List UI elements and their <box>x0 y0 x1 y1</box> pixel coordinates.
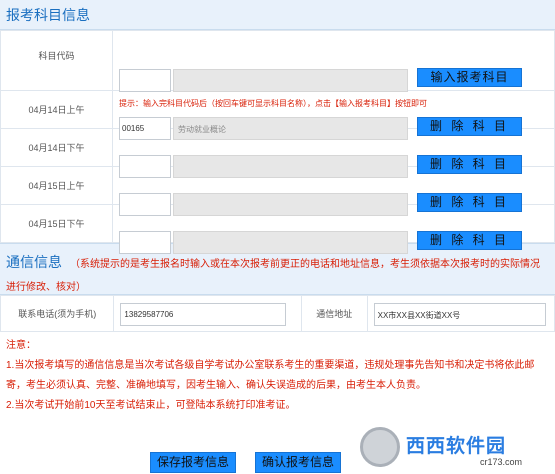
site-watermark: 西西软件园 cr173.com <box>360 425 555 474</box>
session-label: 04月15日上午 <box>0 166 113 205</box>
save-button[interactable]: 保存报考信息 <box>150 452 236 473</box>
subject-name-field: 劳动就业概论 <box>173 116 408 140</box>
session-label: 04月14日上午 <box>0 90 113 129</box>
phone-label: 联系电话(须为手机) <box>0 295 115 332</box>
confirm-button[interactable]: 确认报考信息 <box>255 452 341 473</box>
comm-section-title: 通信信息 <box>6 254 62 270</box>
subject-name-display <box>173 68 408 92</box>
enter-subject-button[interactable]: 输入报考科目 <box>417 67 522 87</box>
subject-name-field <box>173 192 408 216</box>
watermark-text: 西西软件园 <box>406 436 507 457</box>
subject-row: 04月14日上午 00165 劳动就业概论 删 除 科 目 <box>0 90 555 140</box>
notice-item-1: 1.当次报考填写的通信信息是当次考试各级自学考试办公室联系考生的重要渠道，违规处… <box>6 360 535 391</box>
address-input[interactable]: XX市XX县XX街道XX号 <box>373 303 546 326</box>
notice-title: 注意： <box>6 340 36 351</box>
notice-block: 注意： 1.当次报考填写的通信信息是当次考试各级自学考试办公室联系考生的重要渠道… <box>0 332 555 416</box>
delete-subject-button[interactable]: 删 除 科 目 <box>417 154 522 174</box>
subjects-table: 科目代码 输入报考科目 提示：输入完科目代码后（按回车键可显示科目名称），点击【… <box>0 30 555 254</box>
watermark-logo-icon <box>360 427 400 467</box>
subject-code-hint: 提示：输入完科目代码后（按回车键可显示科目名称），点击【输入报考科目】按钮即可 <box>119 98 427 108</box>
address-label: 通信地址 <box>300 295 368 332</box>
notice-item-2: 2.当次考试开始前10天至考试结束止，可登陆本系统打印准考证。 <box>6 400 296 411</box>
watermark-url: cr173.com <box>480 457 523 467</box>
subject-section-title: 报考科目信息 <box>0 0 555 30</box>
subject-code-label: 科目代码 <box>0 30 113 91</box>
subject-code-field[interactable]: 00165 <box>119 116 171 140</box>
comm-section-note: （系统提示的是考生报名时输入或在本次报考前更正的电话和地址信息，考生须依据本次报… <box>6 259 540 293</box>
contact-row: 联系电话(须为手机) 13829587706 通信地址 XX市XX县XX街道XX… <box>0 295 555 332</box>
subject-name-field <box>173 230 408 254</box>
delete-subject-button[interactable]: 删 除 科 目 <box>417 230 522 250</box>
session-label: 04月15日下午 <box>0 204 113 243</box>
contact-table: 联系电话(须为手机) 13829587706 通信地址 XX市XX县XX街道XX… <box>0 295 555 332</box>
subject-code-row: 科目代码 输入报考科目 提示：输入完科目代码后（按回车键可显示科目名称），点击【… <box>0 30 555 108</box>
delete-subject-button[interactable]: 删 除 科 目 <box>417 192 522 212</box>
subject-code-input[interactable] <box>119 68 171 92</box>
subject-name-field <box>173 154 408 178</box>
subject-code-field[interactable] <box>119 154 171 178</box>
session-label: 04月14日下午 <box>0 128 113 167</box>
subject-code-field[interactable] <box>119 192 171 216</box>
subject-code-field[interactable] <box>119 230 171 254</box>
delete-subject-button[interactable]: 删 除 科 目 <box>417 116 522 136</box>
phone-input[interactable]: 13829587706 <box>120 303 287 326</box>
